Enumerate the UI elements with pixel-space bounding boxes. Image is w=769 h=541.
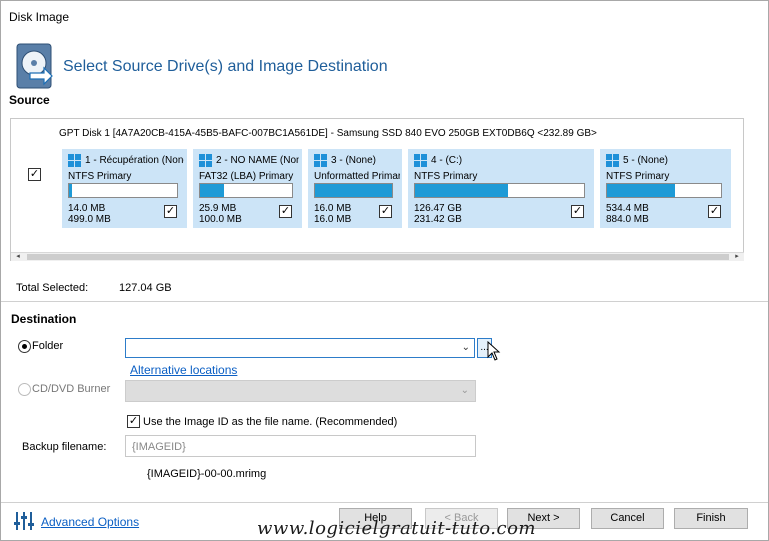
cd-dvd-combo[interactable]: ⌄ bbox=[125, 380, 476, 402]
scroll-thumb[interactable] bbox=[27, 254, 729, 260]
destination-label: Destination bbox=[11, 312, 77, 326]
partition-usage-bar bbox=[414, 183, 585, 198]
cd-dvd-label: CD/DVD Burner bbox=[32, 383, 111, 395]
partition-used: 25.9 MB bbox=[199, 203, 237, 214]
windows-logo-icon bbox=[199, 154, 213, 168]
partition-size: 231.42 GB bbox=[414, 214, 462, 225]
partition-checkbox[interactable]: ✓ bbox=[379, 205, 392, 218]
partition-checkbox[interactable]: ✓ bbox=[279, 205, 292, 218]
total-selected-label: Total Selected: bbox=[16, 282, 89, 294]
partition-usage-bar bbox=[606, 183, 722, 198]
partition-tile[interactable]: 1 - Récupération (None) NTFS Primary 14.0 … bbox=[62, 149, 187, 228]
advanced-options-link[interactable]: Advanced Options bbox=[41, 515, 139, 529]
partition-type: Unformatted Primary bbox=[314, 171, 400, 182]
partition-name: 3 - (None) bbox=[331, 155, 377, 166]
sliders-icon[interactable] bbox=[13, 511, 35, 531]
partition-type: NTFS Primary bbox=[414, 171, 478, 182]
partition-used: 16.0 MB bbox=[314, 203, 352, 214]
source-label: Source bbox=[9, 93, 50, 107]
partition-usage-bar bbox=[68, 183, 178, 198]
partition-name: 5 - (None) bbox=[623, 155, 669, 166]
backup-filename-label: Backup filename: bbox=[22, 441, 107, 453]
folder-radio[interactable] bbox=[18, 340, 31, 353]
partition-name: 4 - (C:) bbox=[431, 155, 463, 166]
partition-checkbox[interactable]: ✓ bbox=[164, 205, 177, 218]
partition-type: NTFS Primary bbox=[68, 171, 132, 182]
backup-filename-input[interactable]: {IMAGEID} bbox=[125, 435, 476, 457]
cd-dvd-radio[interactable] bbox=[18, 383, 31, 396]
partition-usage-fill bbox=[200, 184, 224, 197]
partition-checkbox[interactable]: ✓ bbox=[571, 205, 584, 218]
disk-title: GPT Disk 1 [4A7A20CB-415A-45B5-BAFC-007B… bbox=[59, 128, 597, 139]
chevron-down-icon[interactable]: ⌄ bbox=[462, 342, 470, 353]
partition-name: 2 - NO NAME (None) bbox=[216, 155, 299, 166]
partition-tile[interactable]: 3 - (None) Unformatted Primary 16.0 MB 16.0… bbox=[308, 149, 402, 228]
total-selected-value: 127.04 GB bbox=[119, 282, 172, 294]
partition-tile[interactable]: 5 - (None) NTFS Primary 534.4 MB 884.0 MB ✓ bbox=[600, 149, 731, 228]
scroll-left-icon[interactable]: ◂ bbox=[11, 253, 25, 261]
chevron-down-icon[interactable]: ⌄ bbox=[461, 385, 469, 396]
partition-type: NTFS Primary bbox=[606, 171, 670, 182]
page-title: Select Source Drive(s) and Image Destina… bbox=[63, 58, 388, 75]
partition-tile[interactable]: 4 - (C:) NTFS Primary 126.47 GB 231.42 GB ✓ bbox=[408, 149, 594, 228]
filename-preview: {IMAGEID}-00-00.mrimg bbox=[147, 468, 267, 480]
windows-logo-icon bbox=[68, 154, 82, 168]
watermark-text: www.logicielgratuit-tuto.com bbox=[257, 518, 536, 539]
windows-logo-icon bbox=[314, 154, 328, 168]
partition-usage-fill bbox=[315, 184, 392, 197]
mouse-cursor-icon bbox=[487, 341, 501, 361]
windows-logo-icon bbox=[414, 154, 428, 168]
divider bbox=[1, 301, 768, 302]
window-title: Disk Image bbox=[9, 10, 70, 24]
horizontal-scrollbar[interactable]: ◂ ▸ bbox=[11, 252, 744, 261]
windows-logo-icon bbox=[606, 154, 620, 168]
partition-used: 534.4 MB bbox=[606, 203, 649, 214]
partition-usage-bar bbox=[199, 183, 293, 198]
partition-usage-bar bbox=[314, 183, 393, 198]
scroll-right-icon[interactable]: ▸ bbox=[730, 253, 744, 261]
alternative-locations-link[interactable]: Alternative locations bbox=[130, 363, 237, 377]
disk-checkbox[interactable]: ✓ bbox=[28, 168, 41, 181]
partition-size: 884.0 MB bbox=[606, 214, 649, 225]
partition-name: 1 - Récupération (None) bbox=[85, 155, 184, 166]
partition-usage-fill bbox=[69, 184, 73, 197]
disk-image-icon bbox=[16, 43, 53, 89]
partition-checkbox[interactable]: ✓ bbox=[708, 205, 721, 218]
finish-button[interactable]: Finish bbox=[674, 508, 748, 529]
partition-used: 126.47 GB bbox=[414, 203, 462, 214]
cancel-button[interactable]: Cancel bbox=[591, 508, 664, 529]
disk-image-dialog: Disk Image Select Source Drive(s) and Im… bbox=[0, 0, 769, 541]
partition-used: 14.0 MB bbox=[68, 203, 106, 214]
partition-size: 499.0 MB bbox=[68, 214, 111, 225]
partition-usage-fill bbox=[415, 184, 508, 197]
folder-label: Folder bbox=[32, 340, 64, 352]
partition-usage-fill bbox=[607, 184, 676, 197]
use-image-id-label: Use the Image ID as the file name. (Reco… bbox=[143, 416, 398, 428]
folder-combo[interactable]: ⌄ bbox=[125, 338, 475, 358]
use-image-id-checkbox[interactable]: ✓ bbox=[127, 415, 140, 428]
partition-size: 100.0 MB bbox=[199, 214, 242, 225]
partition-size: 16.0 MB bbox=[314, 214, 352, 225]
partition-type: FAT32 (LBA) Primary bbox=[199, 171, 294, 182]
partition-tile[interactable]: 2 - NO NAME (None) FAT32 (LBA) Primary 25.… bbox=[193, 149, 302, 228]
